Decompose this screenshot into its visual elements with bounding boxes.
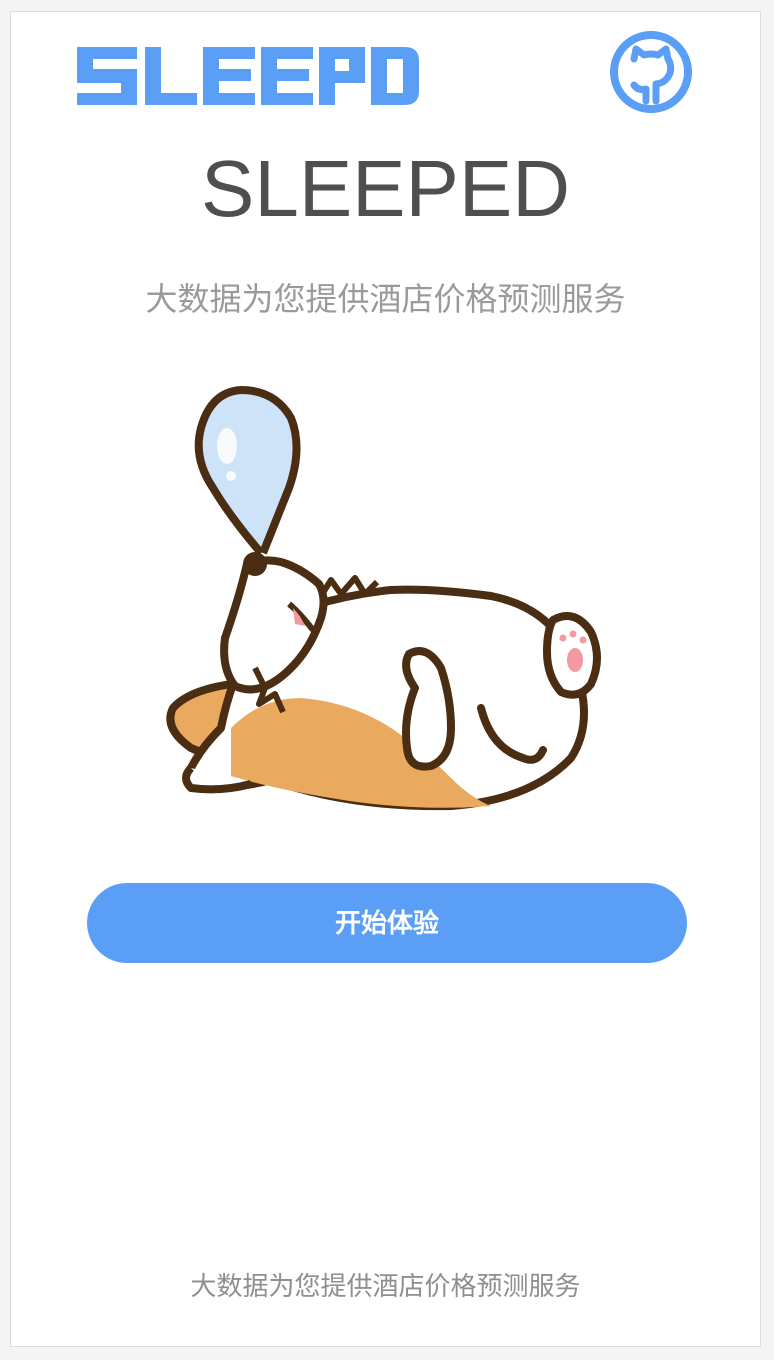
start-experience-button[interactable]: 开始体验 <box>87 883 687 963</box>
app-container: SLEEPED 大数据为您提供酒店价格预测服务 开始体验 大数据为您提供酒店价格… <box>10 11 761 1347</box>
footer-tagline: 大数据为您提供酒店价格预测服务 <box>190 1272 581 1302</box>
page-subtitle: 大数据为您提供酒店价格预测服务 <box>145 280 626 318</box>
brand-logo <box>77 47 419 105</box>
page-title: SLEEPED <box>200 144 571 233</box>
github-link[interactable] <box>608 29 694 115</box>
sleeping-corgi-illustration <box>166 386 601 811</box>
github-octocat-icon <box>610 31 692 113</box>
